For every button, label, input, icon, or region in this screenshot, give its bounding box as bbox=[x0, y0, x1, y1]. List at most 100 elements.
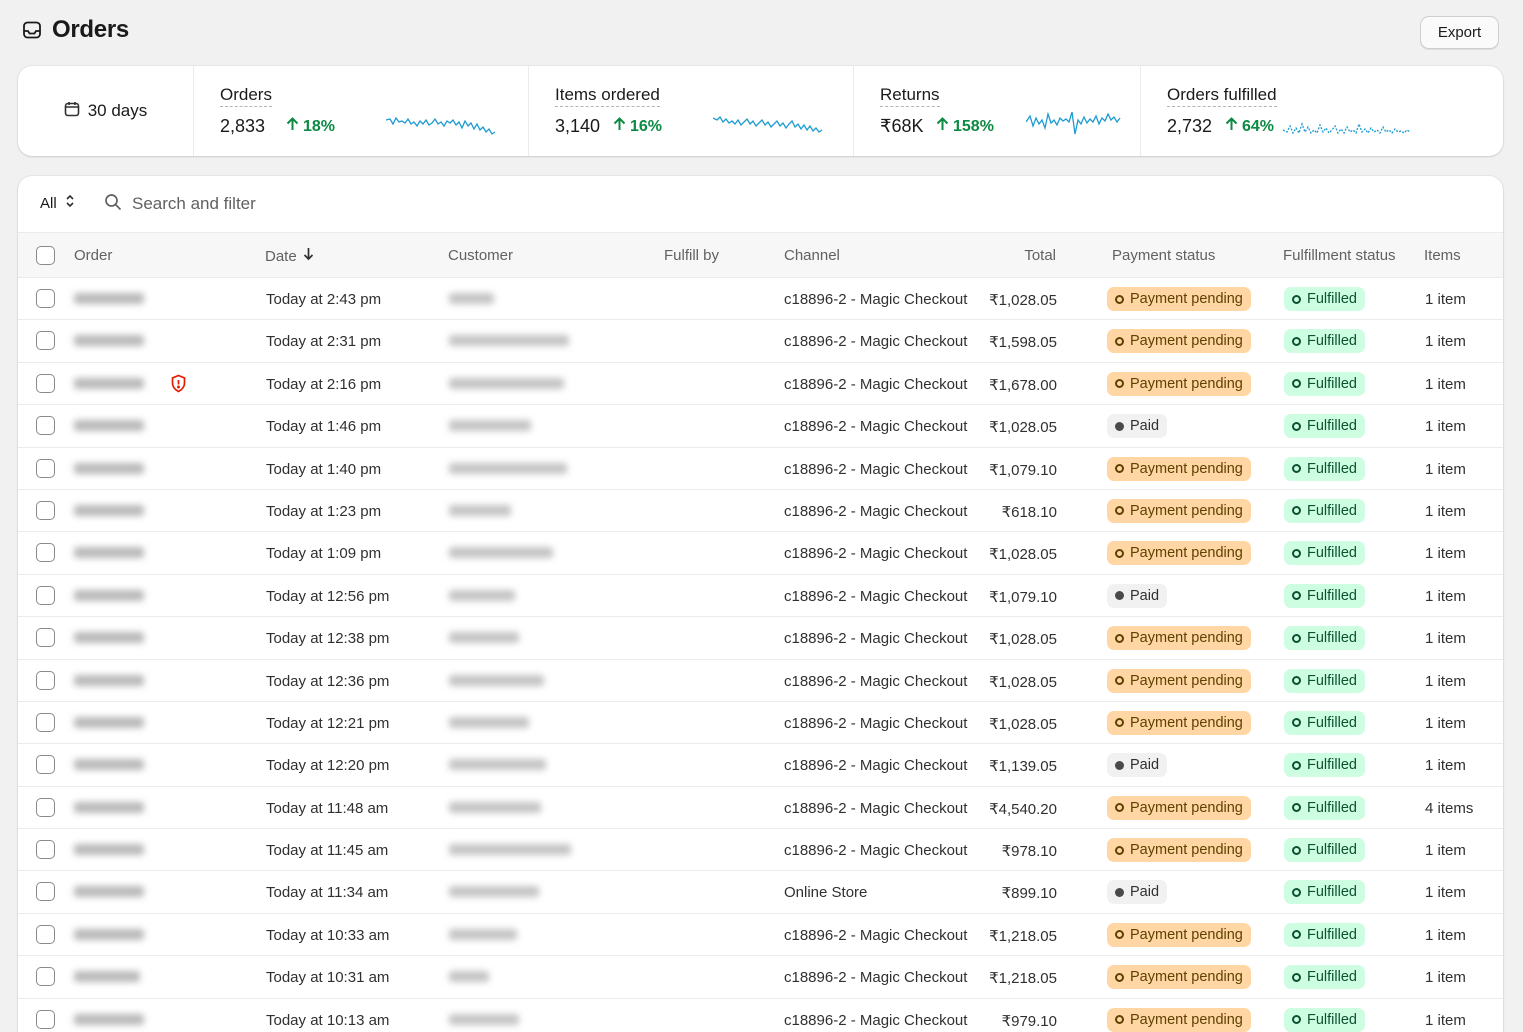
item-count: 1 item bbox=[1425, 333, 1466, 351]
row-checkbox[interactable] bbox=[36, 416, 55, 436]
fulfilled-ring-icon bbox=[1292, 887, 1301, 897]
order-date: Today at 12:56 pm bbox=[266, 587, 390, 605]
table-row[interactable]: Today at 12:36 pm c18896-2 - Magic Checko… bbox=[18, 660, 1503, 702]
table-row[interactable]: Today at 1:40 pm c18896-2 - Magic Checkou… bbox=[18, 448, 1503, 490]
payment-status-badge: Paid bbox=[1107, 583, 1168, 608]
stat-label: Orders bbox=[220, 85, 272, 107]
order-date: Today at 2:31 pm bbox=[266, 333, 382, 351]
view-selector[interactable]: All bbox=[40, 193, 75, 213]
fulfillment-status-badge: Fulfilled bbox=[1284, 626, 1365, 651]
column-customer[interactable]: Customer bbox=[448, 247, 513, 264]
item-count: 1 item bbox=[1425, 842, 1466, 860]
column-channel[interactable]: Channel bbox=[784, 247, 840, 264]
row-checkbox[interactable] bbox=[36, 331, 55, 351]
row-checkbox[interactable] bbox=[36, 628, 55, 648]
fulfillment-status-badge: Fulfilled bbox=[1284, 668, 1365, 693]
table-row[interactable]: Today at 1:23 pm c18896-2 - Magic Checkou… bbox=[18, 490, 1503, 533]
row-checkbox[interactable] bbox=[36, 840, 55, 860]
table-row[interactable]: Today at 10:13 am c18896-2 - Magic Checko… bbox=[18, 999, 1503, 1032]
redacted-customer-name bbox=[449, 759, 546, 771]
stat-returns[interactable]: Returns ₹68K 158% bbox=[854, 66, 1141, 156]
row-checkbox[interactable] bbox=[36, 967, 55, 987]
payment-status-badge: Payment pending bbox=[1107, 1007, 1251, 1032]
column-payment-status[interactable]: Payment status bbox=[1112, 247, 1215, 264]
row-checkbox[interactable] bbox=[36, 543, 55, 563]
row-checkbox[interactable] bbox=[36, 712, 55, 732]
pending-ring-icon bbox=[1115, 379, 1124, 389]
row-checkbox[interactable] bbox=[36, 924, 55, 944]
table-row[interactable]: Today at 11:45 am c18896-2 - Magic Checko… bbox=[18, 829, 1503, 872]
stat-items-ordered[interactable]: Items ordered 3,140 16% bbox=[529, 66, 854, 156]
date-range-selector[interactable]: 30 days bbox=[18, 66, 194, 156]
table-row[interactable]: Today at 1:09 pm c18896-2 - Magic Checkou… bbox=[18, 532, 1503, 575]
row-checkbox[interactable] bbox=[36, 289, 55, 308]
table-row[interactable]: Today at 1:46 pm c18896-2 - Magic Checkou… bbox=[18, 405, 1503, 448]
table-row[interactable]: Today at 10:31 am c18896-2 - Magic Checko… bbox=[18, 956, 1503, 999]
pending-ring-icon bbox=[1115, 972, 1124, 982]
item-count: 1 item bbox=[1425, 884, 1466, 902]
column-fulfill-by[interactable]: Fulfill by bbox=[664, 247, 719, 264]
table-row[interactable]: Today at 11:48 am c18896-2 - Magic Checko… bbox=[18, 787, 1503, 830]
payment-status-badge: Paid bbox=[1107, 414, 1168, 439]
fulfilled-ring-icon bbox=[1292, 421, 1301, 431]
column-fulfillment-status[interactable]: Fulfillment status bbox=[1283, 247, 1396, 264]
redacted-order-number bbox=[74, 759, 144, 771]
order-date: Today at 1:40 pm bbox=[266, 460, 382, 478]
redacted-order-number bbox=[74, 716, 144, 728]
select-all-checkbox[interactable] bbox=[36, 246, 55, 265]
order-date: Today at 11:34 am bbox=[266, 884, 389, 902]
redacted-customer-name bbox=[449, 377, 564, 389]
pending-ring-icon bbox=[1115, 506, 1124, 516]
row-checkbox[interactable] bbox=[36, 755, 55, 775]
paid-dot-icon bbox=[1115, 421, 1124, 431]
order-date: Today at 1:46 pm bbox=[266, 418, 382, 436]
table-row[interactable]: Today at 12:56 pm c18896-2 - Magic Checko… bbox=[18, 575, 1503, 618]
fulfilled-ring-icon bbox=[1292, 633, 1301, 643]
export-button[interactable]: Export bbox=[1420, 16, 1499, 49]
item-count: 1 item bbox=[1425, 545, 1466, 563]
table-row[interactable]: Today at 12:38 pm c18896-2 - Magic Checko… bbox=[18, 617, 1503, 660]
order-total: ₹1,028.05 bbox=[989, 715, 1057, 733]
column-order[interactable]: Order bbox=[74, 247, 112, 264]
row-checkbox[interactable] bbox=[36, 585, 55, 605]
payment-status-badge: Payment pending bbox=[1107, 287, 1251, 311]
fulfillment-status-badge: Fulfilled bbox=[1284, 456, 1365, 481]
search-input[interactable] bbox=[132, 194, 532, 214]
order-date: Today at 10:13 am bbox=[266, 1011, 390, 1029]
row-checkbox[interactable] bbox=[36, 882, 55, 902]
redacted-customer-name bbox=[449, 420, 531, 432]
fulfilled-ring-icon bbox=[1292, 336, 1301, 346]
row-checkbox[interactable] bbox=[36, 797, 55, 817]
row-checkbox[interactable] bbox=[36, 670, 55, 690]
redacted-order-number bbox=[74, 928, 144, 940]
paid-dot-icon bbox=[1115, 887, 1124, 897]
table-row[interactable]: Today at 10:33 am c18896-2 - Magic Checko… bbox=[18, 914, 1503, 957]
column-items[interactable]: Items bbox=[1424, 247, 1461, 264]
order-total: ₹1,028.05 bbox=[989, 673, 1057, 691]
stat-orders[interactable]: Orders 2,833 18% bbox=[194, 66, 529, 156]
fulfillment-status-badge: Fulfilled bbox=[1284, 922, 1365, 947]
row-checkbox[interactable] bbox=[36, 1009, 55, 1029]
column-date[interactable]: Date bbox=[265, 247, 314, 265]
table-row[interactable]: Today at 12:20 pm c18896-2 - Magic Checko… bbox=[18, 744, 1503, 787]
fulfillment-status-badge: Fulfilled bbox=[1284, 753, 1365, 778]
redacted-customer-name bbox=[449, 801, 541, 813]
row-checkbox[interactable] bbox=[36, 500, 55, 520]
table-row[interactable]: Today at 2:43 pm c18896-2 - Magic Checkou… bbox=[18, 278, 1503, 321]
payment-status-badge: Paid bbox=[1107, 880, 1168, 905]
table-row[interactable]: Today at 12:21 pm c18896-2 - Magic Checko… bbox=[18, 702, 1503, 745]
table-row[interactable]: Today at 2:16 pm c18896-2 - Magic Checkou… bbox=[18, 363, 1503, 406]
payment-status-badge: Payment pending bbox=[1107, 541, 1251, 566]
item-count: 1 item bbox=[1425, 418, 1466, 436]
order-date: Today at 10:33 am bbox=[266, 926, 390, 944]
redacted-customer-name bbox=[449, 504, 511, 516]
redacted-customer-name bbox=[449, 293, 494, 304]
stat-orders-fulfilled[interactable]: Orders fulfilled 2,732 64% bbox=[1141, 66, 1503, 156]
column-total[interactable]: Total bbox=[958, 247, 1056, 264]
table-row[interactable]: Today at 11:34 am Online Store ₹899.10 Paid… bbox=[18, 871, 1503, 914]
row-checkbox[interactable] bbox=[36, 373, 55, 393]
table-row[interactable]: Today at 2:31 pm c18896-2 - Magic Checkou… bbox=[18, 320, 1503, 363]
row-checkbox[interactable] bbox=[36, 458, 55, 478]
pending-ring-icon bbox=[1115, 803, 1124, 813]
pending-ring-icon bbox=[1115, 930, 1124, 940]
